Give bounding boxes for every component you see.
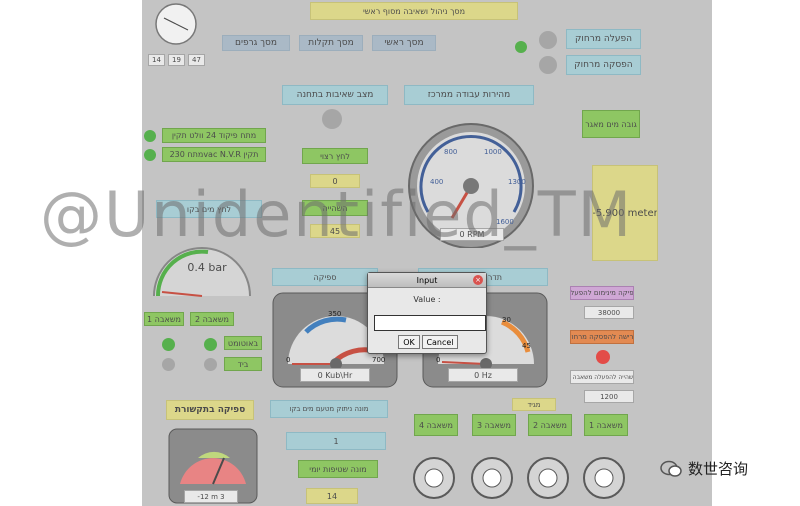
- status-230v-led: [144, 149, 156, 161]
- tank-level-label: גובה מים מאגר: [582, 110, 640, 138]
- pump-icon: [527, 457, 569, 499]
- delay-start-label: השהייה להפעלה משאבה 1: [570, 370, 634, 384]
- remote-request-label: דרישה להפסקה מרחוק: [570, 330, 634, 344]
- pump4-select[interactable]: משאבה 4: [414, 414, 458, 436]
- flow-tick-label: 350: [328, 310, 341, 318]
- input-dialog: Input × Value : OK Cancel: [367, 272, 487, 354]
- pump1-select-bottom[interactable]: משאבה 1: [584, 414, 628, 436]
- flow-tick-label: 0: [286, 356, 290, 364]
- remote-request-led: [596, 350, 610, 364]
- analog-clock: [150, 2, 202, 46]
- min-flow-value[interactable]: 38000: [584, 306, 634, 319]
- pump2-select-bottom[interactable]: משאבה 2: [528, 414, 572, 436]
- indicator-lamp: [322, 109, 342, 129]
- clock-hours: 14: [148, 54, 165, 66]
- dialog-title: Input: [416, 275, 438, 285]
- status-24v-label: מתח פיקוד 24 וולט תקין: [162, 128, 266, 143]
- clock-seconds: 47: [188, 54, 205, 66]
- brand-badge: 数世咨询: [660, 458, 748, 479]
- pump3-select-bottom[interactable]: משאבה 3: [472, 414, 516, 436]
- flow-tick-label: 700: [372, 356, 385, 364]
- scada-panel: 14 19 47 מסך ניהול ושאיבה מסוף ראשי מסך …: [142, 0, 712, 506]
- remote-stop-button[interactable]: הפסקה מרחוק: [566, 55, 641, 75]
- cancel-button[interactable]: Cancel: [422, 335, 458, 349]
- freq-tick-label: 45: [522, 342, 531, 350]
- value-input[interactable]: [374, 315, 486, 331]
- pump1-led-grey: [162, 358, 175, 371]
- freq-readout: 0 Hz: [448, 368, 518, 382]
- remote-start-indicator: [539, 31, 557, 49]
- remote-stop-indicator: [539, 56, 557, 74]
- min-flow-label: ספיקה מינימום להפעלה: [570, 286, 634, 300]
- dialog-titlebar: Input ×: [368, 273, 486, 288]
- pump2-select[interactable]: משאבה 2: [190, 312, 234, 326]
- ok-button[interactable]: OK: [398, 335, 420, 349]
- work-speed-button[interactable]: מהירות עבודה ממרכז: [404, 85, 534, 105]
- flow-label: ספיקה: [272, 268, 378, 286]
- pump-time-label: מגיד: [512, 398, 556, 411]
- pump2-led-grey: [204, 358, 217, 371]
- pump-icon: [471, 457, 513, 499]
- clock-icon: [155, 3, 197, 45]
- tank-fill-label: מונה ניתוק מטעם מים בקו: [270, 400, 388, 418]
- status-230v-label: מתח 230vac N.V.R תקין: [162, 147, 266, 162]
- brand-text: 数世咨询: [688, 460, 749, 478]
- clock-minutes: 19: [168, 54, 185, 66]
- flow-readout: 0 Kub\Hr: [300, 368, 370, 382]
- rpm-tick-label: 800: [444, 148, 457, 156]
- pump1-select[interactable]: משאבה 1: [144, 312, 184, 326]
- tank-fill-value[interactable]: 1: [286, 432, 386, 450]
- line-pressure-value: 0.4 bar: [187, 260, 227, 274]
- manual-mode-label: ביד: [224, 357, 262, 371]
- nav-main-screen-button[interactable]: מסך ראשי: [372, 35, 436, 51]
- nav-graphs-screen-button[interactable]: מסך גרפים: [222, 35, 290, 51]
- pump1-led: [162, 338, 175, 351]
- page-title: מסך ניהול ושאיבה מסוף ראשי: [310, 2, 518, 20]
- level-readout: -12 m 3: [184, 490, 238, 503]
- comm-flow-label: ספיקה בתקשורת: [166, 400, 254, 420]
- pump2-led: [204, 338, 217, 351]
- desired-pressure-label: לחץ רצוי: [302, 148, 368, 164]
- auto-mode-label: באוטומט: [224, 336, 262, 350]
- nav-faults-screen-button[interactable]: מסך תקלות: [299, 35, 363, 51]
- wechat-icon: [660, 460, 682, 477]
- freq-tick-label: 30: [502, 316, 511, 324]
- rpm-tick-label: 1000: [484, 148, 502, 156]
- status-led: [515, 41, 527, 53]
- remote-start-button[interactable]: הפעלה מרחוק: [566, 29, 641, 49]
- pump-icon: [583, 457, 625, 499]
- pump-icon: [413, 457, 455, 499]
- daily-counter-value[interactable]: 14: [306, 488, 358, 504]
- status-24v-led: [144, 130, 156, 142]
- pumps-status-button[interactable]: מצב שאיבות בתחנה: [282, 85, 388, 105]
- close-icon[interactable]: ×: [473, 275, 483, 285]
- daily-counter-label: מונה שטיפות יומי: [298, 460, 378, 478]
- dialog-prompt: Value :: [413, 294, 441, 304]
- watermark-text: @Unidentified_TM: [40, 178, 634, 251]
- freq-tick-label: 0: [436, 356, 440, 364]
- delay-start-value[interactable]: 1200: [584, 390, 634, 403]
